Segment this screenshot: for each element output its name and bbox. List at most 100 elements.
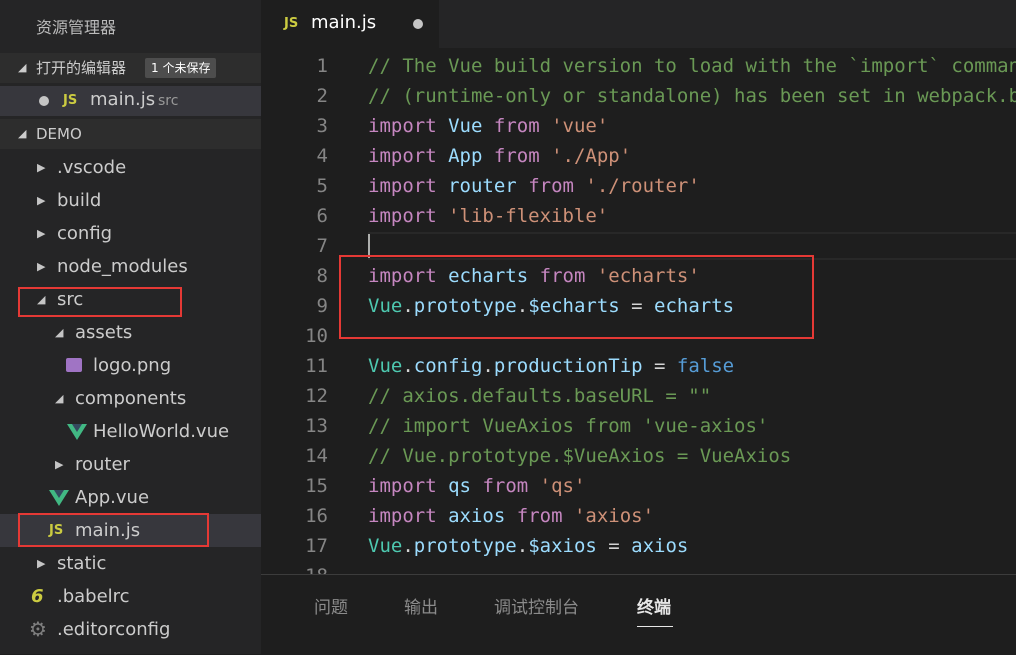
code-token: import	[368, 475, 437, 497]
code-token: productionTip	[493, 355, 643, 377]
code-token: Vue	[368, 355, 403, 377]
line-number: 14	[305, 445, 328, 467]
open-editor-filename: main.js	[90, 89, 156, 110]
tree-folder-components[interactable]: ◢ components	[0, 382, 261, 415]
tree-file-app-vue[interactable]: App.vue	[0, 481, 261, 514]
tree-file-editorconfig[interactable]: ⚙ .editorconfig	[0, 613, 261, 646]
line-number: 5	[316, 175, 328, 197]
code-token: './router'	[585, 175, 700, 197]
tab-debug-console[interactable]: 调试控制台	[494, 593, 579, 618]
unsaved-badge: 1 个未保存	[145, 58, 217, 78]
line-number: 8	[316, 265, 328, 287]
code-line: import App from './App'	[368, 145, 631, 167]
code-token: config	[413, 355, 483, 377]
code-line: // axios.defaults.baseURL = ""	[368, 385, 711, 407]
line-number: 3	[316, 115, 328, 137]
tree-label: App.vue	[75, 487, 150, 508]
line-number: 16	[305, 505, 328, 527]
highlight-box-main-js	[18, 513, 209, 547]
code-line: Vue.prototype.$axios = axios	[368, 535, 688, 557]
chevron-down-icon: ◢	[18, 127, 27, 140]
project-header[interactable]: ◢ DEMO	[0, 119, 261, 149]
code-token: $axios	[528, 535, 597, 557]
tree-label: HelloWorld.vue	[93, 421, 230, 442]
babel-file-icon: 6	[31, 586, 44, 607]
code-token: App	[448, 145, 483, 167]
code-line: import router from './router'	[368, 175, 700, 197]
code-token: prototype	[413, 535, 517, 557]
js-file-icon: JS	[284, 16, 299, 31]
tree-folder-config[interactable]: ▶ config	[0, 217, 261, 250]
chevron-right-icon: ▶	[37, 227, 46, 240]
code-line: Vue.config.productionTip = false	[368, 355, 734, 377]
highlight-box-src	[18, 287, 182, 317]
code-line: import qs from 'qs'	[368, 475, 585, 497]
chevron-right-icon: ▶	[55, 458, 64, 471]
tree-file-helloworld-vue[interactable]: HelloWorld.vue	[0, 415, 261, 448]
tree-label: .vscode	[57, 157, 127, 178]
chevron-right-icon: ▶	[37, 194, 46, 207]
tab-problems[interactable]: 问题	[314, 593, 348, 618]
code-token: from	[516, 505, 563, 527]
line-number: 13	[305, 415, 328, 437]
code-token: import	[368, 115, 437, 137]
tab-output[interactable]: 输出	[404, 593, 438, 618]
explorer-sidebar: 资源管理器 ◢ 打开的编辑器 1 个未保存 JS main.js src ◢ D…	[0, 0, 261, 654]
tree-folder-assets[interactable]: ◢ assets	[0, 316, 261, 349]
tree-folder-node-modules[interactable]: ▶ node_modules	[0, 250, 261, 283]
code-token: qs	[448, 475, 471, 497]
unsaved-dot-icon[interactable]	[39, 96, 49, 106]
code-token: axios	[631, 535, 689, 557]
line-number: 4	[316, 145, 328, 167]
line-number: 17	[305, 535, 328, 557]
active-tab-underline	[637, 626, 673, 627]
open-editor-path: src	[158, 93, 179, 109]
tree-file-babelrc[interactable]: 6 .babelrc	[0, 580, 261, 613]
editor-tabbar: JS main.js	[261, 0, 1016, 48]
project-label: DEMO	[36, 125, 82, 143]
code-token: // The Vue build version to load with th…	[368, 55, 1016, 77]
unsaved-dot-icon[interactable]	[413, 19, 423, 29]
code-line: import 'lib-flexible'	[368, 205, 608, 227]
code-token: router	[448, 175, 517, 197]
tree-folder-vscode[interactable]: ▶ .vscode	[0, 151, 261, 184]
open-editor-main-js[interactable]: JS main.js src	[0, 86, 261, 116]
code-token: from	[493, 145, 540, 167]
tree-label: static	[57, 553, 107, 574]
code-token: // axios.defaults.baseURL = ""	[368, 385, 712, 407]
tree-file-logo-png[interactable]: logo.png	[0, 349, 261, 382]
code-token: Vue	[368, 535, 403, 557]
vue-file-icon	[67, 424, 87, 440]
tree-folder-router[interactable]: ▶ router	[0, 448, 261, 481]
open-editors-header[interactable]: ◢ 打开的编辑器 1 个未保存	[0, 53, 261, 83]
code-token: './App'	[551, 145, 632, 167]
tab-main-js[interactable]: JS main.js	[261, 0, 439, 48]
code-token: 'qs'	[539, 475, 586, 497]
code-token: .	[402, 355, 414, 377]
explorer-title: 资源管理器	[36, 18, 117, 37]
vue-file-icon	[49, 490, 69, 506]
code-token: 'vue'	[551, 115, 609, 137]
code-token: // import VueAxios from 'vue-axios'	[368, 415, 769, 437]
chevron-right-icon: ▶	[37, 260, 46, 273]
code-token: 'axios'	[573, 505, 655, 527]
chevron-right-icon: ▶	[37, 557, 46, 570]
tree-folder-static[interactable]: ▶ static	[0, 547, 261, 580]
tree-folder-build[interactable]: ▶ build	[0, 184, 261, 217]
open-editors-label: 打开的编辑器	[36, 59, 127, 77]
code-line: // (runtime-only or standalone) has been…	[368, 85, 1016, 107]
tab-terminal[interactable]: 终端	[637, 593, 671, 618]
code-token: =	[596, 535, 632, 557]
code-token: import	[368, 145, 437, 167]
